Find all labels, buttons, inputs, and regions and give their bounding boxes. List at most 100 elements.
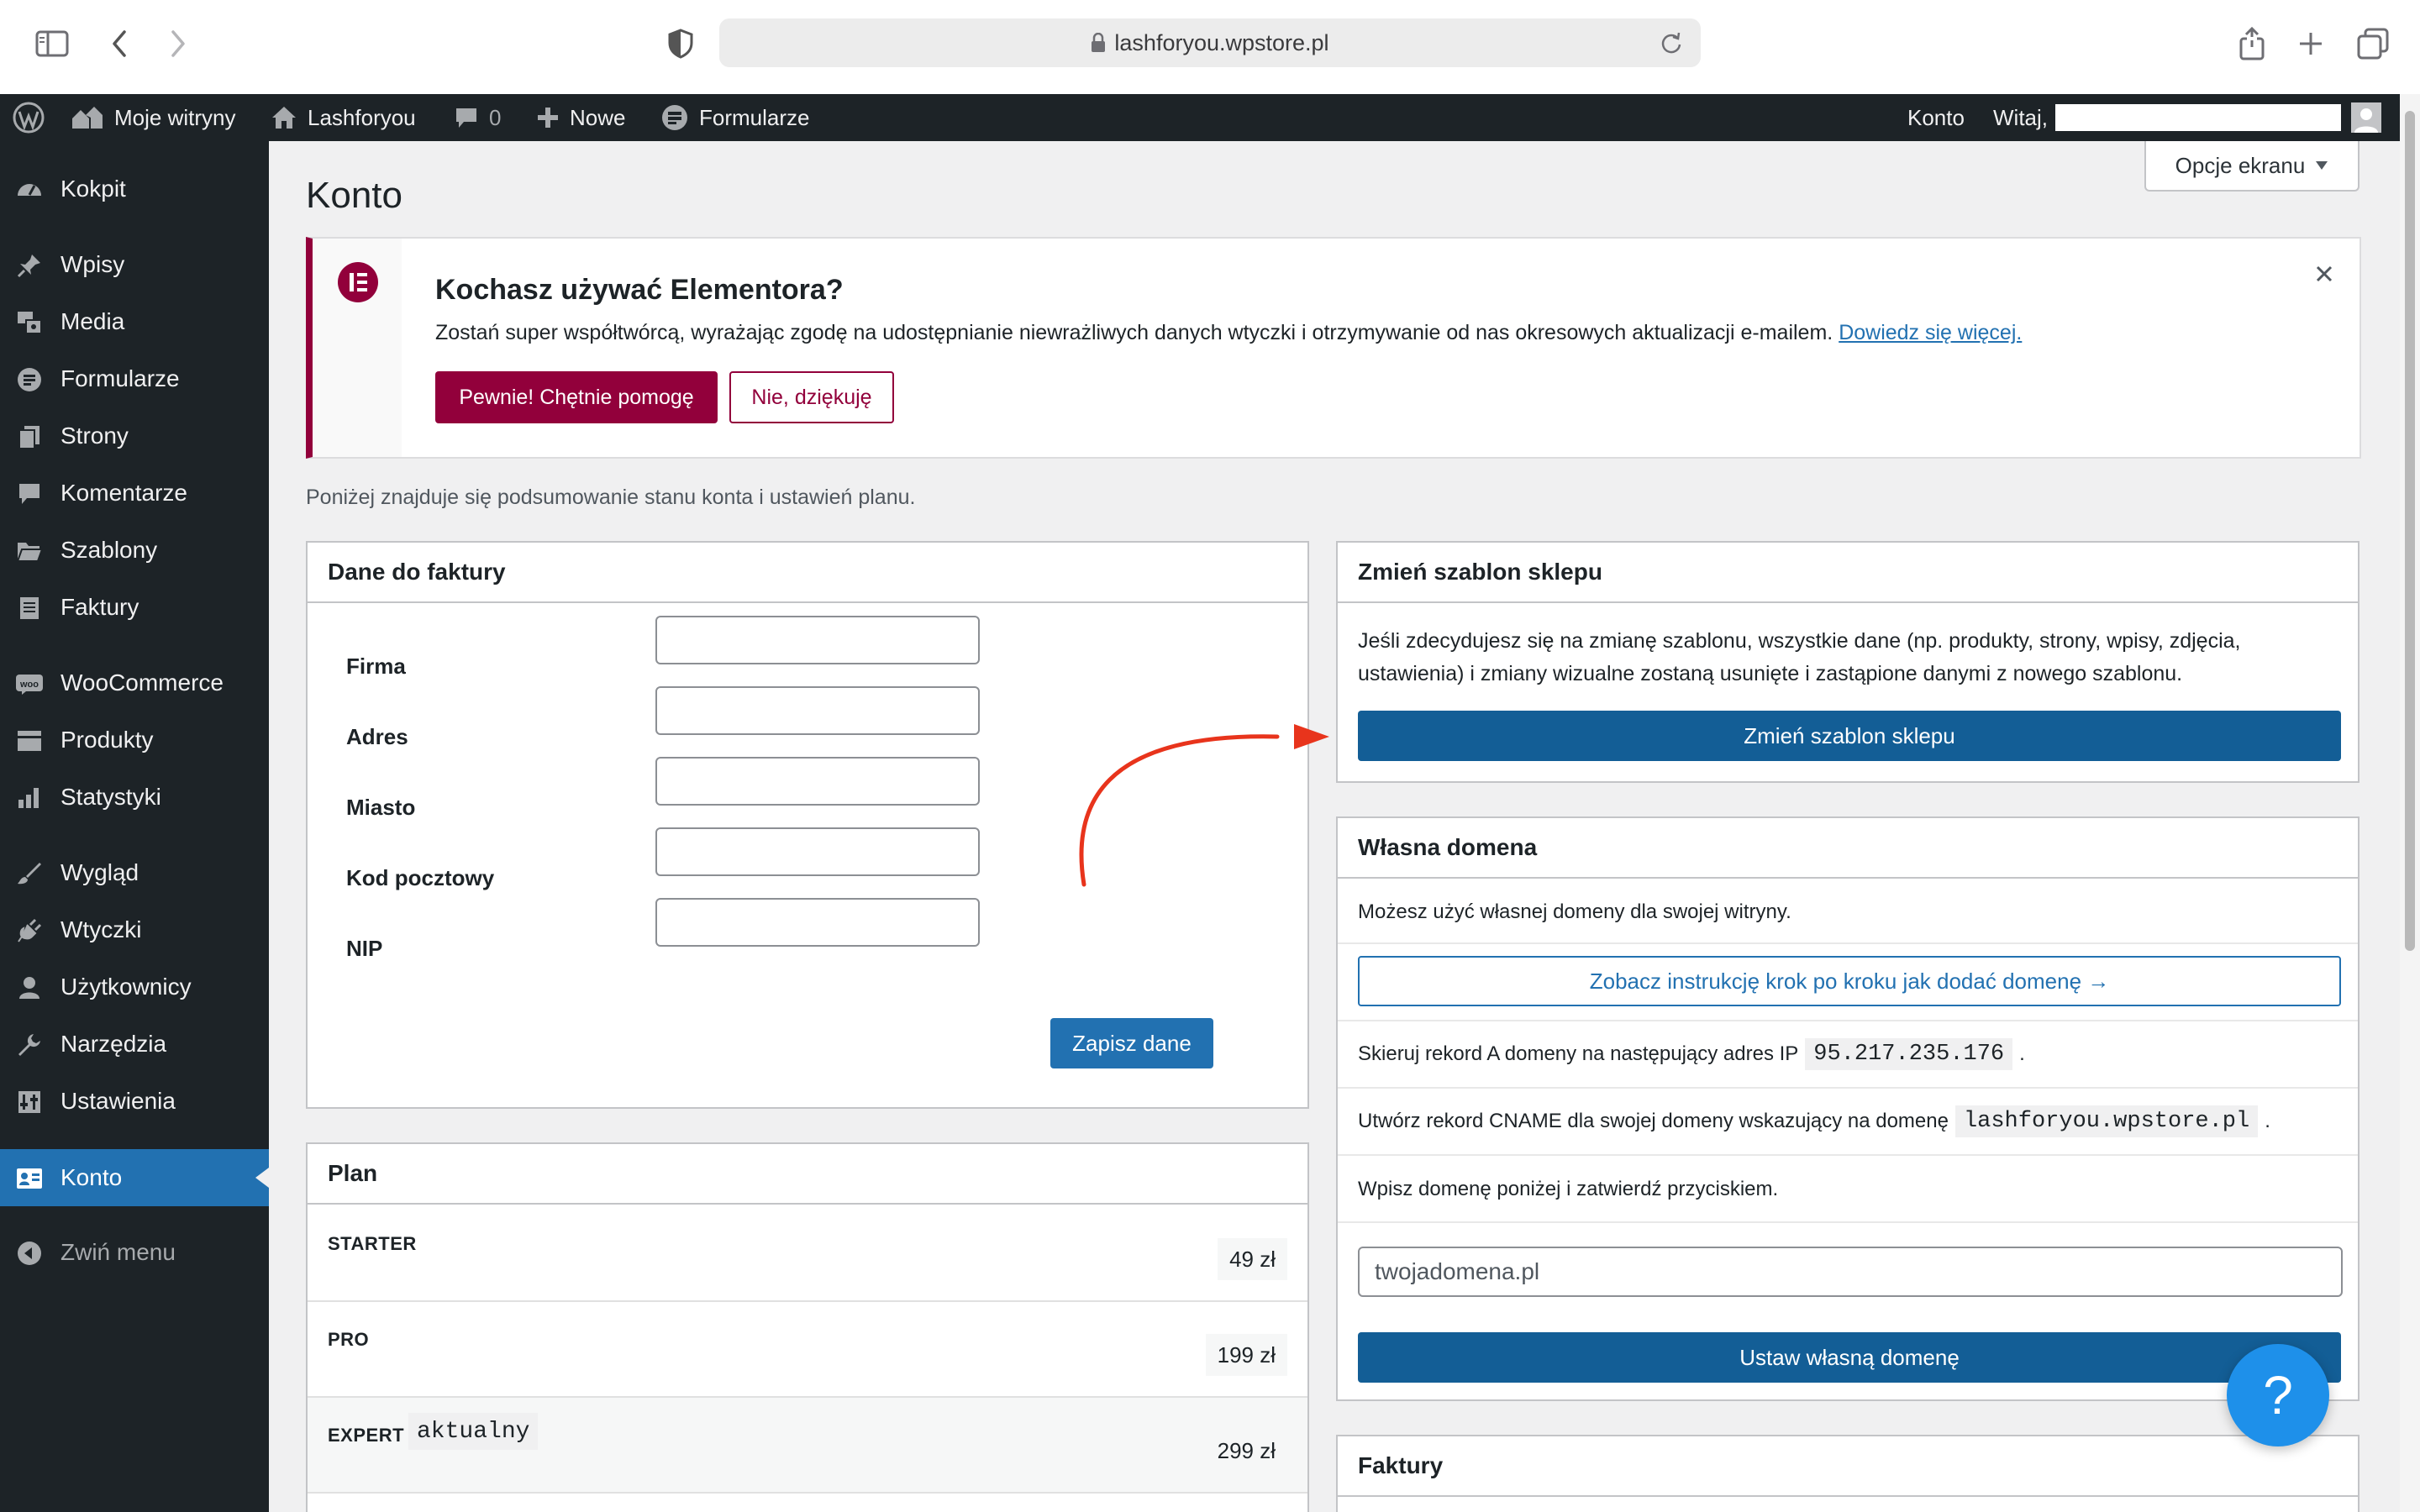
invoices-title: Faktury (1338, 1436, 2358, 1497)
custom-domain-title: Własna domena (1338, 818, 2358, 879)
share-icon[interactable] (2232, 24, 2272, 64)
account-summary: Poniżej znajduje się podsumowanie stanu … (306, 486, 916, 509)
greeting-label: Witaj, (1993, 104, 2048, 130)
sidebar-item-label: Strony (60, 423, 129, 449)
sidebar-item-kokpit[interactable]: Kokpit (0, 160, 269, 218)
ip-address: 95.217.235.176 (1805, 1038, 2013, 1070)
close-icon[interactable] (2307, 257, 2341, 291)
sidebar-item-label: Produkty (60, 727, 154, 753)
sidebar-item-statystyki[interactable]: Statystyki (0, 769, 269, 826)
tax-id-field[interactable] (655, 898, 980, 947)
sidebar-item-wtyczki[interactable]: Wtyczki (0, 901, 269, 958)
reload-icon[interactable] (1660, 31, 1682, 59)
page-scrollbar[interactable] (2400, 94, 2420, 1512)
plugin-icon (15, 918, 44, 943)
sidebar-item-uzytkownicy[interactable]: Użytkownicy (0, 958, 269, 1016)
url-text: lashforyou.wpstore.pl (1114, 29, 1329, 55)
collapse-menu-label: Zwiń menu (60, 1239, 176, 1265)
folder-icon (15, 538, 44, 564)
change-template-button[interactable]: Zmień szablon sklepu (1358, 711, 2341, 761)
sidebar-item-label: Kokpit (60, 176, 126, 202)
wordpress-logo-icon[interactable] (12, 94, 45, 141)
forward-icon[interactable] (158, 24, 198, 64)
sidebar-item-formularze[interactable]: Formularze (0, 350, 269, 407)
opt-in-button[interactable]: Pewnie! Chętnie pomogę (435, 371, 718, 423)
new-label: Nowe (570, 104, 626, 130)
lock-icon (1092, 33, 1106, 52)
notice-body: Zostań super współtwórcą, wyrażając zgod… (435, 321, 1833, 344)
sidebar-item-woocommerce[interactable]: woo WooCommerce (0, 654, 269, 711)
elementor-notice: Kochasz używać Elementora? Zostań super … (306, 237, 2361, 459)
city-field[interactable] (655, 757, 980, 806)
user-greeting[interactable]: Witaj, (1993, 94, 2048, 141)
save-billing-button[interactable]: Zapisz dane (1050, 1018, 1213, 1068)
sidebar-item-produkty[interactable]: Produkty (0, 711, 269, 769)
stats-icon (15, 785, 44, 811)
back-icon[interactable] (99, 24, 139, 64)
forms-label: Formularze (699, 104, 810, 130)
sidebar-item-komentarze[interactable]: Komentarze (0, 465, 269, 522)
help-button[interactable]: ? (2227, 1344, 2329, 1446)
sidebar-item-konto[interactable]: Konto (0, 1149, 269, 1206)
sidebar-item-media[interactable]: Media (0, 293, 269, 350)
account-link[interactable]: Konto (1907, 94, 1965, 141)
comments-count: 0 (489, 104, 502, 130)
domain-input-placeholder: twojadomena.pl (1375, 1258, 1540, 1284)
sidebar-item-label: Wygląd (60, 859, 139, 885)
comments-menu[interactable]: 0 (454, 94, 501, 141)
opt-out-button[interactable]: Nie, dziękuję (729, 371, 894, 423)
scrollbar-thumb[interactable] (2405, 111, 2415, 951)
pin-icon (15, 253, 44, 278)
plan-name: PRO (328, 1329, 370, 1350)
domain-guide-row: Zobacz instrukcję krok po kroku jak doda… (1338, 944, 2358, 1021)
screen-options-button[interactable]: Opcje ekranu (2144, 141, 2360, 192)
sidebar-item-faktury[interactable]: Faktury (0, 579, 269, 636)
a-record-text: Skieruj rekord A domeny na następujący a… (1358, 1042, 1799, 1065)
sidebar-toggle-icon[interactable] (32, 24, 72, 64)
domain-input[interactable]: twojadomena.pl (1358, 1247, 2343, 1297)
sidebar-item-label: Komentarze (60, 480, 187, 506)
forms-icon (662, 105, 687, 130)
sidebar-item-wpisy[interactable]: Wpisy (0, 236, 269, 293)
address-bar[interactable]: lashforyou.wpstore.pl (719, 18, 1701, 67)
cname-line: Utwórz rekord CNAME dla swojej domeny ws… (1358, 1105, 2270, 1137)
account-label: Konto (1907, 104, 1965, 130)
plan-title: Plan (308, 1144, 1307, 1205)
sidebar-item-narzedzia[interactable]: Narzędzia (0, 1016, 269, 1073)
site-name-label: Lashforyou (308, 104, 416, 130)
new-tab-icon[interactable] (2291, 24, 2331, 64)
sidebar-item-wyglad[interactable]: Wygląd (0, 844, 269, 901)
site-name-menu[interactable]: Lashforyou (271, 94, 416, 141)
settings-icon (15, 1089, 44, 1115)
tabs-overview-icon[interactable] (2353, 24, 2393, 64)
field-label: NIP (346, 936, 383, 961)
account-icon (15, 1166, 44, 1191)
sidebar-item-ustawienia[interactable]: Ustawienia (0, 1073, 269, 1130)
collapse-menu-button[interactable]: Zwiń menu (0, 1224, 269, 1281)
field-label: Kod pocztowy (346, 865, 495, 890)
a-record-line: Skieruj rekord A domeny na następujący a… (1358, 1038, 2025, 1070)
custom-domain-panel: Własna domena Możesz użyć własnej domeny… (1336, 816, 2360, 1401)
learn-more-link[interactable]: Dowiedz się więcej. (1839, 321, 2022, 344)
postal-code-field[interactable] (655, 827, 980, 876)
notice-text: Zostań super współtwórcą, wyrażając zgod… (435, 321, 2022, 345)
a-record-row: Skieruj rekord A domeny na następujący a… (1338, 1021, 2358, 1089)
address-field[interactable] (655, 686, 980, 735)
user-icon (15, 975, 44, 1000)
plan-price: 299 zł (1217, 1437, 1276, 1463)
sidebar-item-szablony[interactable]: Szablony (0, 522, 269, 579)
new-content-menu[interactable]: Nowe (536, 94, 625, 141)
domain-guide-button[interactable]: Zobacz instrukcję krok po kroku jak doda… (1358, 956, 2341, 1006)
avatar[interactable] (2351, 102, 2381, 133)
privacy-shield-icon[interactable] (660, 24, 701, 64)
my-sites-menu[interactable]: Moje witryny (71, 94, 235, 141)
svg-text:woo: woo (19, 680, 39, 690)
sidebar-item-strony[interactable]: Strony (0, 407, 269, 465)
admin-sidebar: Kokpit Wpisy Media Formularze Strony Kom… (0, 141, 269, 1512)
domain-intro-text: Możesz użyć własnej domeny dla swojej wi… (1358, 900, 1791, 923)
set-domain-button[interactable]: Ustaw własną domenę (1358, 1332, 2341, 1383)
home-icon (272, 107, 296, 129)
company-field[interactable] (655, 616, 980, 664)
annotation-arrow-icon (1079, 724, 1329, 887)
forms-menu[interactable]: Formularze (660, 94, 809, 141)
